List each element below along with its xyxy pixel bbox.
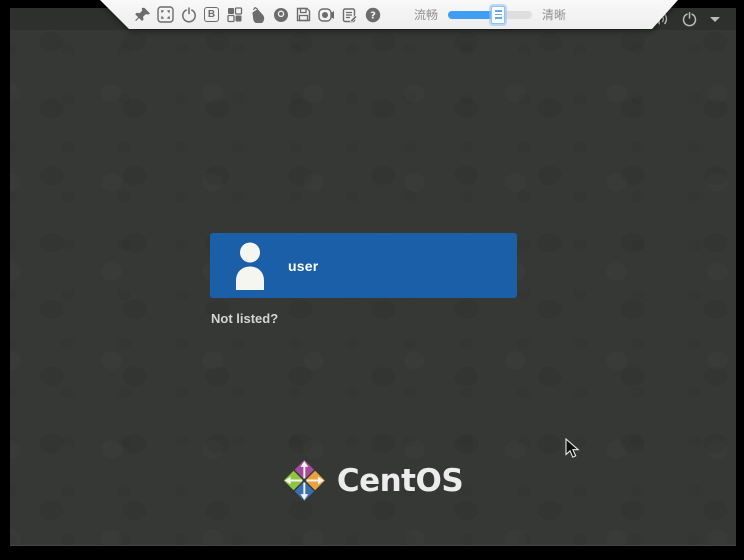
caret-down-icon[interactable]: [710, 17, 720, 22]
centos-logo-text: CentOS: [337, 463, 463, 499]
quality-slider-group: 流畅 清晰: [414, 6, 566, 23]
centos-logo: CentOS: [283, 459, 463, 502]
save-icon[interactable]: [294, 5, 313, 24]
user-select-tile[interactable]: user: [210, 233, 517, 298]
quality-slider-thumb[interactable]: [491, 6, 505, 24]
power-icon[interactable]: [682, 12, 697, 27]
remote-screen: user Not listed? CentOS: [10, 8, 736, 546]
user-name-label: user: [288, 258, 318, 274]
apps-grid-icon[interactable]: [225, 5, 244, 24]
svg-text:?: ?: [370, 10, 376, 21]
blank-screen-icon[interactable]: B: [202, 5, 221, 24]
quality-slider[interactable]: [448, 11, 532, 19]
pin-icon[interactable]: [133, 5, 152, 24]
remote-toolbar: B: [100, 0, 678, 29]
not-listed-link[interactable]: Not listed?: [211, 311, 278, 326]
power-icon[interactable]: [179, 5, 198, 24]
help-icon[interactable]: ?: [363, 5, 382, 24]
mouse-cursor: [565, 438, 581, 460]
cd-icon[interactable]: [271, 5, 290, 24]
user-avatar-icon: [230, 241, 270, 290]
remote-desktop-window: user Not listed? CentOS: [0, 0, 744, 560]
fullscreen-icon[interactable]: [156, 5, 175, 24]
quality-label-smooth: 流畅: [414, 6, 438, 23]
quality-label-sharp: 清晰: [542, 6, 566, 23]
clipboard-icon[interactable]: [340, 5, 359, 24]
record-icon[interactable]: [317, 5, 336, 24]
centos-logo-mark: [283, 459, 326, 502]
mouse-icon[interactable]: [248, 5, 267, 24]
